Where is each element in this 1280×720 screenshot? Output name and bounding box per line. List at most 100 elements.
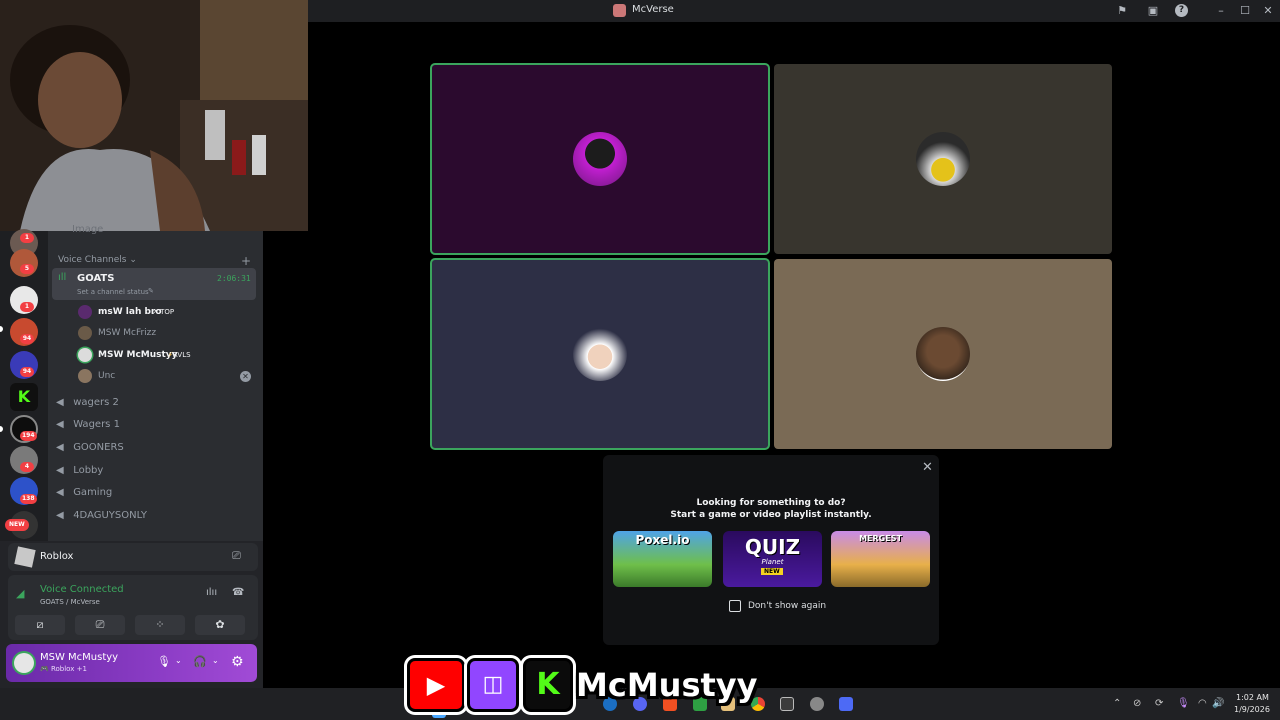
close-icon[interactable]: ✕ [922,460,933,475]
active-voice-channel[interactable]: ıll GOATS Set a channel status ✎ 2:06:31 [52,268,256,300]
start-icon[interactable] [432,712,446,718]
voice-location[interactable]: GOATS / McVerse [40,598,100,606]
screen-share-icon[interactable]: ⎚ [232,549,241,563]
speaker-icon: ◀ [56,442,64,453]
disconnect-icon[interactable]: ☎ [232,587,244,598]
roblox-icon [14,546,36,568]
chevron-up-icon[interactable]: ⌃ [1113,698,1121,709]
headphones-icon[interactable]: 🎧 [193,655,207,668]
voice-channel[interactable]: ◀ Wagers 1 [56,414,256,436]
camera-off-button[interactable]: ⧄ [15,615,65,635]
participant-avatar [573,132,627,186]
voice-activity-icon: ıll [58,272,67,283]
popup-line1: Looking for something to do? [696,498,846,508]
user-activity: 🎮 Roblox +1 [40,665,87,673]
minimize-icon[interactable]: – [1213,3,1229,19]
soundboard-icon: ✿ [215,618,225,631]
server-badge: 1 [20,233,34,243]
speaker-icon: ◀ [56,419,64,430]
channel-name: GOATS [77,273,115,284]
activity-app-row[interactable]: Roblox ⎚ [8,543,258,571]
avatar [78,305,92,319]
screen-share-button[interactable]: ⎚ [75,615,125,635]
inbox-icon[interactable]: ▣ [1145,3,1161,19]
game-card-mergest[interactable]: MERGEST [831,531,930,587]
member-name: Unc [98,371,116,381]
speaker-tray-icon[interactable]: 🔊 [1212,698,1224,709]
chevron-down-icon[interactable]: ⌄ [175,656,182,665]
app-icon[interactable] [839,697,853,711]
obs-icon[interactable] [810,697,824,711]
game-card-poxel[interactable]: Poxel.io [613,531,712,587]
game-card-quiz[interactable]: QUIZ Planet NEW [723,531,822,587]
voice-channel[interactable]: ◀ 4DAGUYSONLY [56,505,256,527]
voice-channel[interactable]: ◀ Gaming [56,482,256,504]
game-title: MERGEST [859,534,902,543]
xbox-icon: ✕ [240,371,251,382]
activities-button[interactable]: ⁘ [135,615,185,635]
screen-share-icon: ⎚ [95,618,105,631]
video-tile[interactable] [774,259,1112,449]
maximize-icon[interactable]: ☐ [1237,3,1253,19]
wifi-icon[interactable]: ◠ [1198,698,1207,709]
avatar[interactable] [14,653,34,673]
participant-avatar [916,132,970,186]
username[interactable]: MSW McMustyy [40,652,118,663]
channel-name: Gaming [73,487,113,498]
kick-logo: K [523,658,573,712]
chevron-down-icon[interactable]: ⌄ [212,656,219,665]
channel-name: wagers 2 [73,397,119,408]
microphone-icon[interactable]: 🎙 [157,655,171,668]
clock-time[interactable]: 1:02 AM [1236,693,1269,702]
soundboard-button[interactable]: ✿ [195,615,245,635]
video-tile[interactable] [430,258,770,450]
settings-gear-icon[interactable]: ⚙ [231,654,244,670]
sync-icon[interactable]: ⟳ [1155,698,1163,709]
help-icon[interactable]: ? [1175,4,1188,17]
member-name: MSW McFrizz [98,328,157,338]
noise-suppression-icon[interactable]: ılıı [206,587,217,598]
server-badge: 94 [20,334,34,344]
new-tag: NEW [761,568,783,575]
server-badge: 4 [20,462,34,472]
voice-channel[interactable]: ◀ GOONERS [56,437,256,459]
voice-status[interactable]: Voice Connected [40,584,124,595]
user-panel: MSW McMustyy 🎮 Roblox +1 🎙 ⌄ 🎧 ⌄ ⚙ [6,644,257,682]
server-badge: 1 [20,302,34,312]
pencil-icon[interactable]: ✎ [148,287,154,295]
clock-date[interactable]: 1/9/2026 [1234,705,1270,714]
video-tile[interactable] [774,64,1112,254]
server-rail: 1 5 1 94 94 K 194 4 138 NEW [0,229,48,541]
checkbox-label[interactable]: Don't show again [748,601,826,611]
flag-icon[interactable]: ⚑ [1114,3,1130,19]
video-tile[interactable] [430,63,770,255]
app-icon [613,4,626,17]
activity-suggestion-popup: ✕ Looking for something to do? Start a g… [603,455,939,645]
network-off-icon[interactable]: ⊘ [1133,698,1141,709]
channel-partial[interactable]: Image [72,219,272,241]
signal-icon[interactable]: ◢ [16,587,24,600]
voice-channel[interactable]: ◀ wagers 2 [56,392,256,414]
dont-show-checkbox[interactable] [729,600,741,612]
popup-line2: Start a game or video playlist instantly… [670,510,872,520]
speaker-icon: ◀ [56,465,64,476]
play-icon: ▶ [426,671,446,699]
add-channel-icon[interactable]: + [241,254,251,268]
server-badge: 194 [20,431,37,441]
app-icon[interactable] [780,697,794,711]
speaker-icon: ◀ [56,397,64,408]
voice-channel[interactable]: ◀ Lobby [56,460,256,482]
call-timer: 2:06:31 [217,274,251,283]
channel-status[interactable]: Set a channel status [77,288,149,296]
channel-list: Image Voice Channels ⌄ + ıll GOATS Set a… [48,224,263,541]
member-tag: ➚ TOP [152,308,175,316]
gamepad-icon: 🎮 [40,665,49,673]
member-tag: ⚡RVLS [168,351,191,359]
voice-connection-panel: ◢ Voice Connected GOATS / McVerse ılıı ☎… [8,575,258,640]
game-title: Poxel.io [635,533,690,547]
close-window-icon[interactable]: ✕ [1260,3,1276,19]
activities-icon: ⁘ [155,618,165,631]
mic-tray-icon[interactable]: 🎙 [1177,698,1190,709]
channel-name: Wagers 1 [73,419,120,430]
kick-server-icon[interactable]: K [10,383,38,411]
